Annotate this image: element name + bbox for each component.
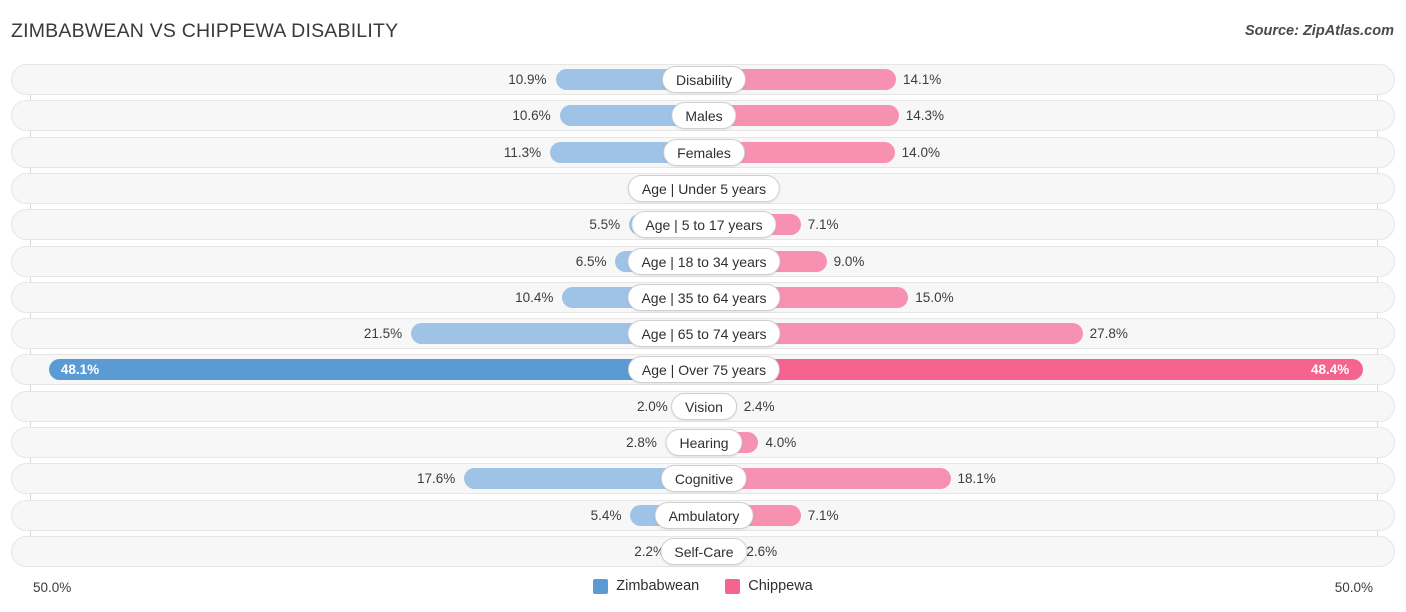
chart-row: 5.4% 7.1% Ambulatory bbox=[11, 499, 1395, 531]
source-attribution: Source: ZipAtlas.com bbox=[1244, 23, 1394, 39]
value-label-chippewa: 4.0% bbox=[765, 435, 797, 450]
row-track: 5.4% 7.1% Ambulatory bbox=[12, 501, 1394, 530]
value-label-zimbabwean: 17.6% bbox=[417, 471, 456, 487]
value-label-chippewa: 18.1% bbox=[957, 471, 996, 487]
legend-swatch-icon bbox=[593, 578, 609, 594]
value-label-chippewa: 14.3% bbox=[905, 108, 945, 124]
value-label-chippewa: 14.0% bbox=[901, 144, 940, 160]
value-label-chippewa: 14.1% bbox=[903, 72, 942, 87]
value-label-zimbabwean: 10.9% bbox=[508, 72, 547, 87]
value-label-zimbabwean: 2.8% bbox=[626, 435, 657, 450]
chart-row: 11.3% 14.0% Females bbox=[11, 136, 1395, 168]
value-label-zimbabwean: 48.1% bbox=[60, 362, 100, 378]
legend-label: Zimbabwean bbox=[616, 578, 700, 594]
value-label-zimbabwean: 11.3% bbox=[503, 144, 542, 160]
row-track: 17.6% 18.1% Cognitive bbox=[12, 464, 1394, 493]
chart-row: 1.2%1.9%Age | Under 5 years bbox=[11, 172, 1395, 204]
value-label-chippewa: 7.1% bbox=[807, 507, 839, 523]
legend-swatch-icon bbox=[725, 578, 741, 594]
category-label: Age | 5 to 17 years bbox=[631, 211, 777, 239]
value-label-zimbabwean: 5.4% bbox=[590, 507, 622, 523]
row-track: 2.2% 2.6% Self-Care bbox=[12, 537, 1394, 566]
value-label-zimbabwean: 5.5% bbox=[589, 217, 621, 233]
value-label-chippewa: 2.6% bbox=[746, 543, 778, 559]
value-label-zimbabwean: 10.6% bbox=[512, 108, 551, 124]
category-label: Hearing bbox=[665, 429, 743, 456]
category-label: Age | 18 to 34 years bbox=[627, 247, 781, 275]
chart-row: 10.4% 15.0% Age | 35 to 64 years bbox=[11, 281, 1395, 313]
legend-item: Chippewa bbox=[725, 578, 813, 594]
row-track: 6.5% 9.0% Age | 18 to 34 years bbox=[12, 247, 1394, 276]
category-label: Age | Under 5 years bbox=[627, 174, 781, 202]
category-label: Age | 35 to 64 years bbox=[627, 283, 781, 311]
bar-zimbabwean bbox=[48, 359, 704, 381]
category-label: Vision bbox=[671, 392, 737, 420]
value-label-chippewa: 48.4% bbox=[1310, 362, 1350, 378]
row-track: 2.8% 4.0% Hearing bbox=[12, 428, 1394, 457]
value-label-zimbabwean: 10.4% bbox=[515, 289, 554, 305]
row-track: 21.5% 27.8% Age | 65 to 74 years bbox=[12, 319, 1394, 348]
chart-legend: Zimbabwean Chippewa bbox=[0, 578, 1406, 594]
chart-row: 17.6% 18.1% Cognitive bbox=[11, 463, 1395, 495]
chart-row: 2.2% 2.6% Self-Care bbox=[11, 535, 1395, 567]
category-label: Age | 65 to 74 years bbox=[627, 320, 781, 348]
page-title: ZIMBABWEAN VS CHIPPEWA DISABILITY bbox=[11, 20, 399, 42]
value-label-chippewa: 2.4% bbox=[743, 398, 775, 414]
chart-row: 10.6% 14.3% Males bbox=[11, 100, 1395, 132]
row-track: 2.0% 2.4% Vision bbox=[12, 392, 1394, 421]
value-label-zimbabwean: 2.0% bbox=[636, 398, 668, 414]
category-label: Disability bbox=[661, 66, 747, 93]
value-label-chippewa: 9.0% bbox=[833, 253, 865, 269]
row-track: 48.1% 48.4% Age | Over 75 years bbox=[12, 355, 1394, 384]
diverging-bar-chart: 10.9% 14.1% Disability 10.6% 14.3% Males 11.3%… bbox=[0, 64, 1406, 572]
chart-row: 5.5% 7.1% Age | 5 to 17 years bbox=[11, 209, 1395, 241]
chart-row: 2.0% 2.4% Vision bbox=[11, 390, 1395, 422]
value-label-chippewa: 7.1% bbox=[807, 217, 839, 233]
legend-label: Chippewa bbox=[748, 578, 813, 594]
category-label: Ambulatory bbox=[654, 501, 754, 529]
value-label-zimbabwean: 6.5% bbox=[575, 253, 607, 269]
row-track: 10.4% 15.0% Age | 35 to 64 years bbox=[12, 283, 1394, 312]
chart-row: 10.9% 14.1% Disability bbox=[11, 64, 1395, 95]
row-track: 11.3% 14.0% Females bbox=[12, 138, 1394, 167]
value-label-chippewa: 15.0% bbox=[915, 289, 954, 305]
chart-row: 48.1% 48.4% Age | Over 75 years bbox=[11, 354, 1395, 386]
row-track: 10.6% 14.3% Males bbox=[12, 101, 1394, 130]
category-label: Age | Over 75 years bbox=[627, 356, 781, 384]
bar-chippewa bbox=[704, 359, 1364, 381]
category-label: Cognitive bbox=[660, 465, 748, 493]
chart-row: 21.5% 27.8% Age | 65 to 74 years bbox=[11, 318, 1395, 350]
category-label: Males bbox=[671, 102, 737, 130]
chart-page: ZIMBABWEAN VS CHIPPEWA DISABILITY Source… bbox=[0, 0, 1406, 612]
chart-row: 2.8% 4.0% Hearing bbox=[11, 427, 1395, 458]
category-label: Females bbox=[663, 138, 745, 166]
row-track: 10.9% 14.1% Disability bbox=[12, 65, 1394, 94]
legend-item: Zimbabwean bbox=[593, 578, 699, 594]
value-label-zimbabwean: 21.5% bbox=[363, 326, 403, 342]
row-track: 5.5% 7.1% Age | 5 to 17 years bbox=[12, 210, 1394, 239]
category-label: Self-Care bbox=[660, 537, 748, 565]
chart-row: 6.5% 9.0% Age | 18 to 34 years bbox=[11, 245, 1395, 277]
row-track: 1.2%1.9%Age | Under 5 years bbox=[12, 174, 1394, 203]
value-label-chippewa: 27.8% bbox=[1089, 326, 1128, 342]
